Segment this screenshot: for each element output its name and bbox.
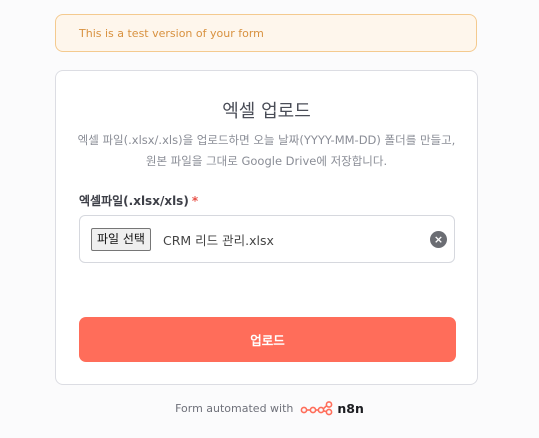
required-marker: *: [191, 194, 199, 208]
form-description: 엑셀 파일(.xlsx/.xls)을 업로드하면 오늘 날짜(YYYY-MM-D…: [77, 133, 456, 168]
close-icon[interactable]: ×: [430, 231, 447, 248]
test-version-banner: This is a test version of your form: [55, 14, 477, 52]
test-version-banner-text: This is a test version of your form: [79, 26, 264, 40]
file-field-label-text: 엑셀파일(.xlsx/xls): [79, 194, 189, 208]
upload-submit-button[interactable]: 업로드: [79, 317, 456, 362]
n8n-brand: n8n: [337, 400, 364, 416]
file-field-label: 엑셀파일(.xlsx/xls) *: [79, 192, 198, 209]
form-card: 엑셀 업로드 엑셀 파일(.xlsx/.xls)을 업로드하면 오늘 날짜(YY…: [55, 70, 478, 385]
n8n-logo[interactable]: n8n: [300, 400, 364, 416]
selected-file-name: CRM 리드 관리.xlsx: [163, 233, 274, 248]
file-input-field[interactable]: 파일 선택 CRM 리드 관리.xlsx ×: [79, 215, 455, 263]
footer-text: Form automated with: [175, 401, 294, 415]
footer: Form automated with n8n: [0, 400, 539, 416]
form-title: 엑셀 업로드: [222, 101, 311, 122]
n8n-logo-icon: [301, 401, 333, 416]
choose-file-button[interactable]: 파일 선택: [91, 228, 151, 251]
